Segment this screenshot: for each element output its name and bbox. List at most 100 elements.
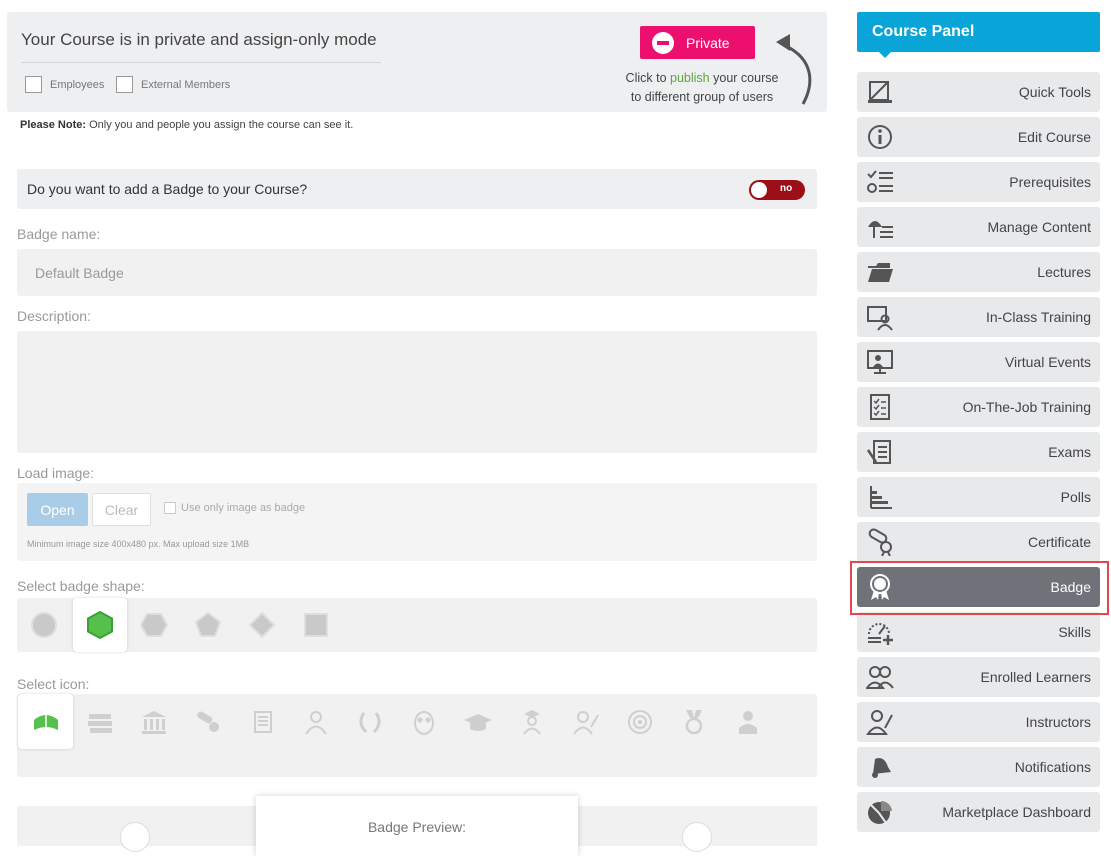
checkbox-box[interactable] — [25, 76, 42, 93]
checkbox-box[interactable] — [116, 76, 133, 93]
preview-side-icon — [120, 822, 150, 852]
checkbox-box[interactable] — [164, 502, 176, 514]
laurel-icon — [359, 711, 380, 733]
icon-option-laurel[interactable] — [342, 694, 397, 749]
panel-item-label: Prerequisites — [1009, 174, 1091, 190]
panel-item-label: Polls — [1060, 489, 1091, 505]
icon-option-person[interactable] — [288, 694, 343, 749]
owl-icon — [413, 710, 434, 735]
virtual-icon — [867, 350, 893, 374]
icon-option-owl[interactable] — [396, 694, 451, 749]
classroom-icon — [867, 306, 893, 331]
private-button-label: Private — [686, 34, 730, 51]
shape-square[interactable] — [289, 598, 343, 652]
square-shape-icon — [304, 613, 328, 637]
info-icon — [868, 125, 892, 149]
private-button[interactable]: Private — [640, 26, 755, 59]
hexagon-flat-shape-icon — [140, 613, 168, 637]
panel-item-edit-course[interactable]: Edit Course — [857, 117, 1100, 157]
panel-item-label: Enrolled Learners — [980, 669, 1091, 685]
panel-item-label: On-The-Job Training — [962, 399, 1091, 415]
shape-pentagon[interactable] — [181, 598, 235, 652]
icon-option-museum[interactable] — [126, 694, 181, 749]
icon-option-businessman[interactable] — [720, 694, 775, 749]
external-members-checkbox[interactable]: External Members — [116, 76, 230, 93]
panel-item-label: Lectures — [1037, 264, 1091, 280]
graduate-icon — [522, 709, 541, 735]
poll-icon — [870, 486, 892, 509]
panel-item-polls[interactable]: Polls — [857, 477, 1100, 517]
hexagon-shape-icon — [87, 610, 113, 640]
select-icon-label: Select icon: — [17, 676, 90, 692]
shape-diamond[interactable] — [235, 598, 289, 652]
badge-name-input[interactable]: Default Badge — [17, 249, 817, 296]
content-icon — [868, 221, 893, 238]
badge-shape-label: Select badge shape: — [17, 578, 145, 594]
panel-item-instructors[interactable]: Instructors — [857, 702, 1100, 742]
description-textarea[interactable] — [17, 331, 817, 453]
no-entry-icon — [652, 31, 674, 54]
badge-shape-picker — [17, 598, 817, 652]
icon-option-diploma[interactable] — [180, 694, 235, 749]
panel-title-pointer — [878, 51, 892, 58]
banner-title: Your Course is in private and assign-onl… — [21, 30, 377, 49]
publish-line2: to different group of users — [630, 90, 774, 104]
icon-option-graduate[interactable] — [504, 694, 559, 749]
panel-item-enrolled-learners[interactable]: Enrolled Learners — [857, 657, 1100, 697]
employees-checkbox[interactable]: Employees — [25, 76, 104, 93]
person-icon — [304, 710, 327, 735]
pentagon-shape-icon — [194, 611, 222, 637]
note-text: Only you and people you assign the cours… — [89, 119, 354, 131]
privacy-note: Please Note: Only you and people you ass… — [20, 119, 353, 131]
badge-preview-label: Badge Preview: — [367, 819, 467, 835]
panel-item-quick-tools[interactable]: Quick Tools — [857, 72, 1100, 112]
shape-hexagon-flat[interactable] — [127, 598, 181, 652]
panel-item-notifications[interactable]: Notifications — [857, 747, 1100, 787]
badge-icon-picker — [17, 694, 817, 777]
panel-item-label: In-Class Training — [985, 309, 1091, 325]
shape-circle[interactable] — [17, 598, 71, 652]
learners-icon — [866, 666, 894, 689]
add-badge-toggle[interactable]: no — [749, 180, 805, 200]
panel-item-prerequisites[interactable]: Prerequisites — [857, 162, 1100, 202]
icon-option-books[interactable] — [72, 694, 127, 749]
panel-item-marketplace-dashboard[interactable]: Marketplace Dashboard — [857, 792, 1100, 832]
panel-item-on-the-job-training[interactable]: On-The-Job Training — [857, 387, 1100, 427]
panel-item-virtual-events[interactable]: Virtual Events — [857, 342, 1100, 382]
panel-item-certificate[interactable]: Certificate — [857, 522, 1100, 562]
panel-item-manage-content[interactable]: Manage Content — [857, 207, 1100, 247]
panel-item-skills[interactable]: Skills — [857, 612, 1100, 652]
min-size-hint: Minimum image size 400x480 px. Max uploa… — [27, 539, 250, 549]
businessman-icon — [738, 710, 757, 734]
panel-item-label: Instructors — [1025, 714, 1091, 730]
clear-button[interactable]: Clear — [92, 493, 151, 526]
icon-option-open-book[interactable] — [18, 694, 73, 749]
add-badge-question: Do you want to add a Badge to your Cours… — [27, 181, 308, 197]
load-image-label: Load image: — [17, 465, 95, 481]
panel-item-in-class-training[interactable]: In-Class Training — [857, 297, 1100, 337]
open-button[interactable]: Open — [27, 493, 88, 526]
icon-option-graduation-cap[interactable] — [450, 694, 505, 749]
only-image-checkbox[interactable]: Use only image as badge — [164, 502, 305, 514]
private-mode-banner: Your Course is in private and assign-onl… — [7, 12, 827, 112]
diamond-shape-icon — [248, 611, 276, 639]
medal-icon — [685, 709, 702, 734]
panel-item-lectures[interactable]: Lectures — [857, 252, 1100, 292]
icon-option-medal[interactable] — [666, 694, 721, 749]
external-members-label: External Members — [141, 78, 231, 91]
note-bold: Please Note: — [20, 119, 87, 131]
diploma-icon — [196, 711, 219, 732]
publish-link[interactable]: publish — [670, 71, 710, 85]
publish-suffix: your course — [713, 71, 779, 85]
icon-option-document[interactable] — [234, 694, 289, 749]
icon-option-target[interactable] — [612, 694, 667, 749]
panel-item-label: Certificate — [1027, 534, 1091, 550]
instructor-icon — [866, 710, 893, 735]
description-label: Description: — [17, 308, 91, 324]
panel-item-exams[interactable]: Exams — [857, 432, 1100, 472]
shape-hexagon[interactable] — [73, 598, 127, 652]
icon-option-teacher[interactable] — [558, 694, 613, 749]
panel-item-label: Virtual Events — [1004, 354, 1091, 370]
panel-item-label: Skills — [1058, 624, 1091, 640]
course-panel-title: Course Panel — [857, 12, 1100, 52]
